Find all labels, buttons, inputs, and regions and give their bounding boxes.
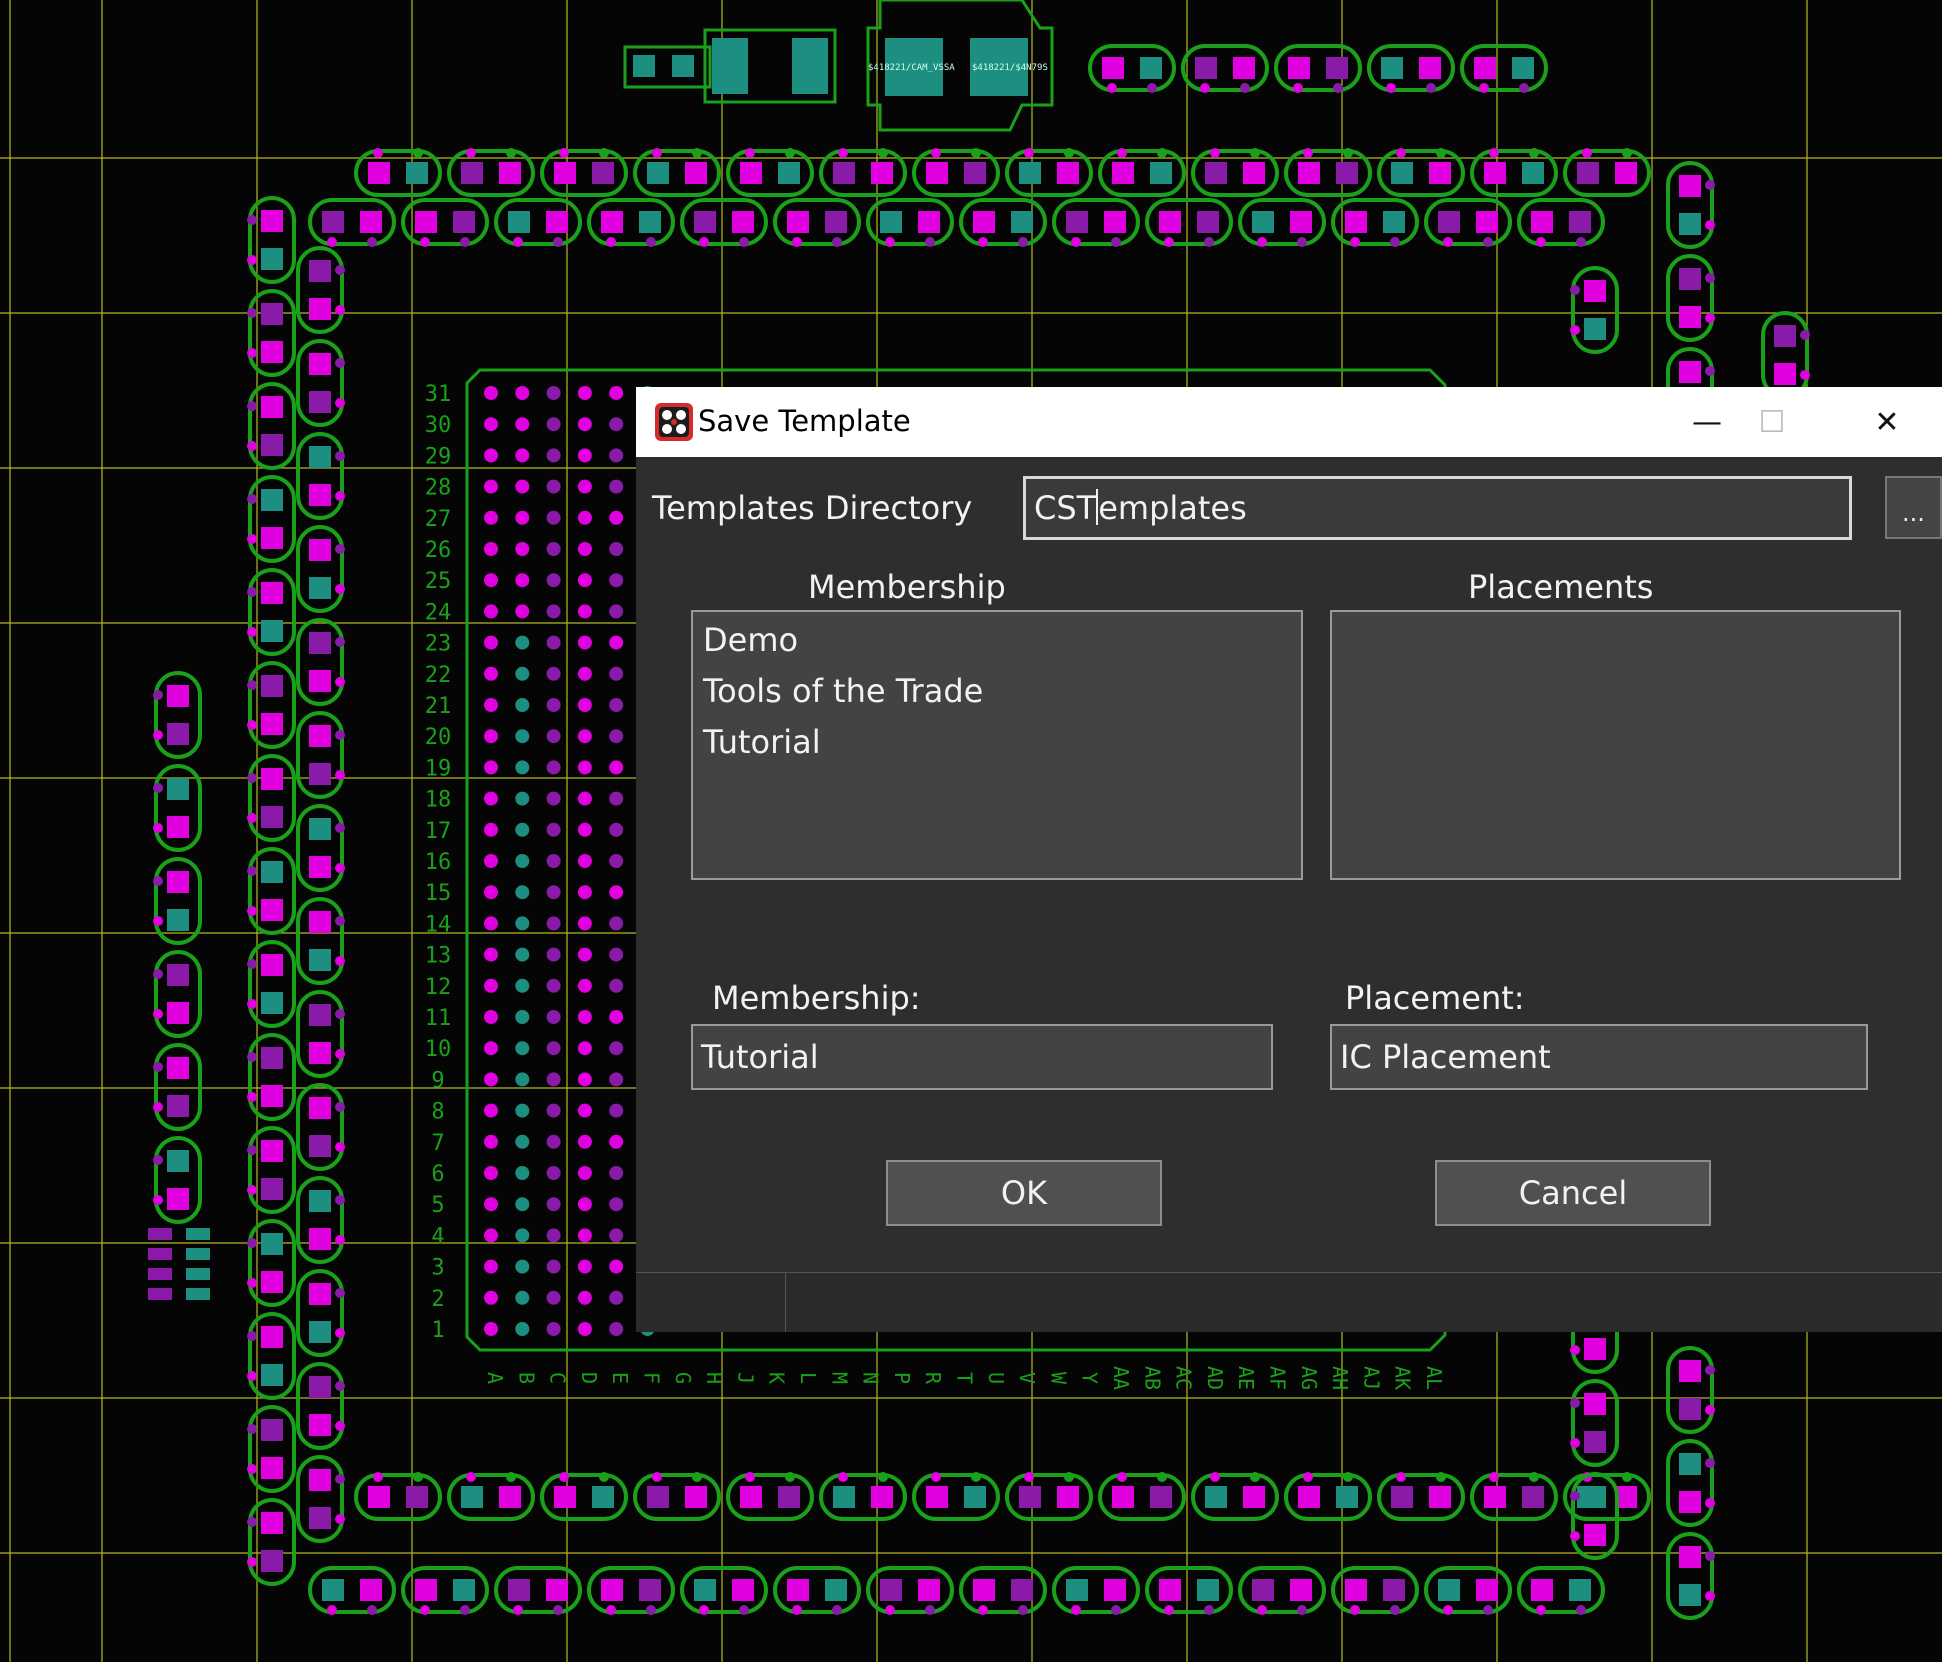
svg-text:AB: AB — [1140, 1366, 1164, 1390]
svg-text:AL: AL — [1422, 1366, 1446, 1390]
membership-list-header: Membership — [808, 568, 1006, 606]
app-logo-icon — [655, 403, 693, 441]
placements-list[interactable] — [1330, 610, 1901, 880]
maximize-button[interactable]: ☐ — [1717, 387, 1827, 457]
title-bar[interactable]: Save Template — ☐ ✕ — [636, 387, 1942, 457]
svg-text:19: 19 — [425, 756, 452, 781]
svg-text:5: 5 — [431, 1193, 444, 1218]
svg-text:6: 6 — [431, 1162, 444, 1187]
svg-text:4: 4 — [431, 1224, 444, 1249]
svg-text:20: 20 — [425, 725, 452, 750]
svg-text:L: L — [796, 1372, 820, 1384]
svg-text:AH: AH — [1328, 1366, 1352, 1390]
svg-text:G: G — [671, 1372, 695, 1384]
membership-field-label: Membership: — [712, 979, 921, 1017]
svg-text:E: E — [608, 1372, 632, 1384]
svg-text:J: J — [733, 1372, 757, 1384]
svg-text:16: 16 — [425, 850, 452, 875]
svg-text:23: 23 — [425, 632, 452, 657]
membership-list-item[interactable]: Tutorial — [703, 722, 821, 762]
svg-text:12: 12 — [425, 975, 452, 1000]
svg-text:W: W — [1046, 1372, 1070, 1385]
membership-list-item[interactable]: Demo — [703, 620, 798, 660]
svg-text:AK: AK — [1391, 1366, 1415, 1390]
svg-text:AG: AG — [1297, 1366, 1321, 1390]
svg-text:11: 11 — [425, 1006, 452, 1031]
svg-text:22: 22 — [425, 663, 452, 688]
svg-text:1: 1 — [431, 1318, 444, 1343]
svg-text:27: 27 — [425, 507, 452, 532]
svg-text:Y: Y — [1078, 1372, 1102, 1384]
svg-text:V: V — [1015, 1372, 1039, 1384]
svg-text:26: 26 — [425, 538, 452, 563]
templates-directory-label: Templates Directory — [652, 489, 973, 527]
svg-text:N: N — [859, 1372, 883, 1384]
svg-text:M: M — [827, 1372, 851, 1384]
svg-text:AF: AF — [1266, 1366, 1290, 1390]
placements-list-header: Placements — [1468, 568, 1654, 606]
cancel-button[interactable]: Cancel — [1435, 1160, 1711, 1226]
svg-text:17: 17 — [425, 819, 452, 844]
svg-text:14: 14 — [425, 912, 452, 937]
close-icon: ✕ — [1874, 404, 1900, 440]
svg-text:31: 31 — [425, 382, 452, 407]
svg-text:15: 15 — [425, 881, 452, 906]
svg-text:28: 28 — [425, 476, 452, 501]
ok-button[interactable]: OK — [886, 1160, 1162, 1226]
status-bar-separator — [785, 1273, 786, 1332]
svg-text:AJ: AJ — [1359, 1366, 1383, 1390]
maximize-icon: ☐ — [1758, 404, 1786, 440]
svg-text:P: P — [890, 1372, 914, 1384]
svg-text:10: 10 — [425, 1037, 452, 1062]
directory-text-after-caret: emplates — [1098, 489, 1247, 527]
browse-directory-button[interactable]: ... — [1885, 476, 1942, 539]
save-template-dialog: Save Template — ☐ ✕ Templates Directory … — [636, 387, 1942, 1332]
svg-text:F: F — [640, 1372, 664, 1384]
svg-text:24: 24 — [425, 600, 452, 625]
svg-text:18: 18 — [425, 788, 452, 813]
svg-text:7: 7 — [431, 1131, 444, 1156]
svg-text:C: C — [546, 1372, 570, 1384]
svg-text:13: 13 — [425, 944, 452, 969]
placement-field-label: Placement: — [1345, 979, 1525, 1017]
component-labels: $418221/CAM_VSSA $418221/$4N79S — [868, 63, 1048, 73]
svg-text:9: 9 — [431, 1068, 444, 1093]
svg-text:U: U — [984, 1372, 1008, 1384]
membership-input[interactable]: Tutorial — [691, 1024, 1273, 1090]
svg-text:25: 25 — [425, 569, 452, 594]
svg-text:29: 29 — [425, 444, 452, 469]
svg-text:8: 8 — [431, 1100, 444, 1125]
directory-text-before-caret: CST — [1034, 489, 1097, 527]
svg-text:3: 3 — [431, 1256, 444, 1281]
templates-directory-input[interactable]: CSTemplates — [1023, 476, 1852, 540]
window-title: Save Template — [698, 404, 911, 438]
component-label: $418221/CAM_VSSA — [868, 63, 955, 73]
svg-text:2: 2 — [431, 1287, 444, 1312]
svg-text:R: R — [921, 1372, 945, 1385]
svg-text:K: K — [765, 1372, 789, 1384]
membership-list-item[interactable]: Tools of the Trade — [703, 671, 983, 711]
svg-text:H: H — [702, 1372, 726, 1384]
svg-text:AA: AA — [1109, 1366, 1133, 1390]
svg-text:B: B — [514, 1372, 538, 1384]
svg-text:D: D — [577, 1372, 601, 1384]
svg-text:A: A — [483, 1372, 507, 1384]
close-button[interactable]: ✕ — [1832, 387, 1942, 457]
status-bar — [636, 1272, 1942, 1332]
svg-text:21: 21 — [425, 694, 452, 719]
placement-input[interactable]: IC Placement — [1330, 1024, 1868, 1090]
svg-text:AC: AC — [1172, 1366, 1196, 1390]
svg-text:T: T — [953, 1372, 977, 1384]
svg-text:30: 30 — [425, 413, 452, 438]
svg-text:AD: AD — [1203, 1366, 1227, 1390]
component-label: $418221/$4N79S — [972, 63, 1048, 73]
svg-text:AE: AE — [1234, 1366, 1258, 1390]
membership-list[interactable]: Demo Tools of the Trade Tutorial — [691, 610, 1303, 880]
